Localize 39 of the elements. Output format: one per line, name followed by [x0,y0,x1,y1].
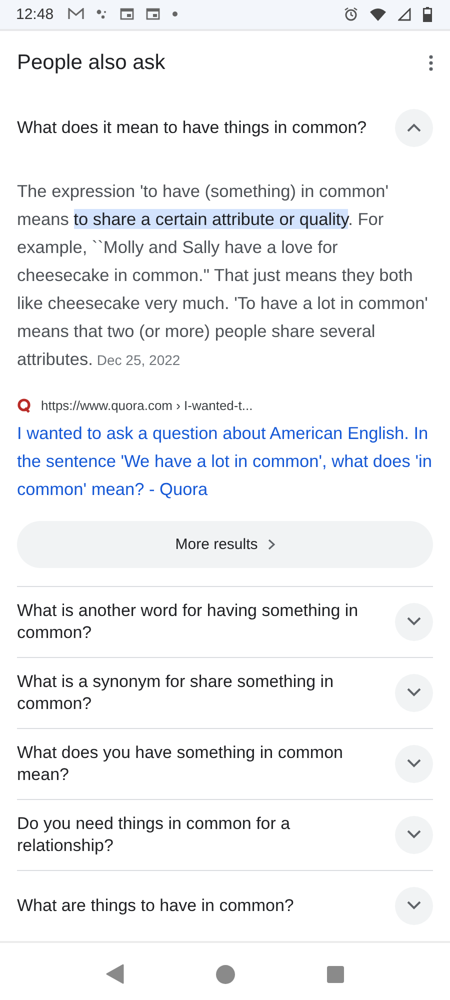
expand-button[interactable] [395,816,433,854]
calendar-icon [146,8,160,20]
question-text: What is a synonym for share something in common? [17,670,335,715]
clock-text: 12:48 [16,6,54,23]
signal-icon [398,8,411,21]
mail-icon [68,8,84,20]
result-link[interactable]: I wanted to ask a question about American English. In the sentence 'We have a lot in common', what does 'in common' mean? - Quora [17,418,433,503]
question-text: What are things to have in common? [17,894,294,917]
chevron-right-icon [268,538,275,550]
section-title: People also ask [17,50,166,75]
expand-button[interactable] [395,886,433,925]
question-text: What does you have something in common mean? [17,742,344,786]
answer-text: The expression 'to have (something) in common' means to share a certain attribute or quality. For example, ``Molly and Sally have a love for cheesecake in common." That just means they both like cheesecake very much. 'To have a lot in common' means that two (or more) people share several attributes. Dec 25, 2022 [17,180,429,371]
q-logo-icon [17,398,31,413]
back-icon[interactable] [106,964,124,984]
chevron-down-icon [407,830,421,840]
home-icon[interactable] [216,964,235,984]
chevron-down-icon [407,759,421,768]
expand-button[interactable] [395,744,433,783]
dot-icon [172,11,178,18]
alarm-icon [344,7,358,22]
question-text: What is another word for having something in common? [17,600,360,644]
calendar-icon [120,8,134,20]
wifi-icon [370,8,386,21]
chevron-down-icon [407,688,421,698]
source-url: https://www.quora.com › I-wanted-t... [41,398,253,413]
battery-icon [423,6,432,22]
recents-icon[interactable] [327,966,344,982]
dots-icon [96,8,108,20]
chevron-up-icon [407,123,421,132]
expand-button[interactable] [395,602,433,641]
question-text: Do you need things in common for a relationship? [17,812,292,857]
more-options-icon[interactable] [429,54,433,71]
chevron-down-icon [407,901,421,910]
chevron-down-icon [407,617,421,626]
question-text: What does it mean to have things in common? [17,116,367,139]
expand-button[interactable] [395,674,433,712]
more-results-button[interactable]: More results [17,520,433,568]
expand-button[interactable] [395,108,433,147]
